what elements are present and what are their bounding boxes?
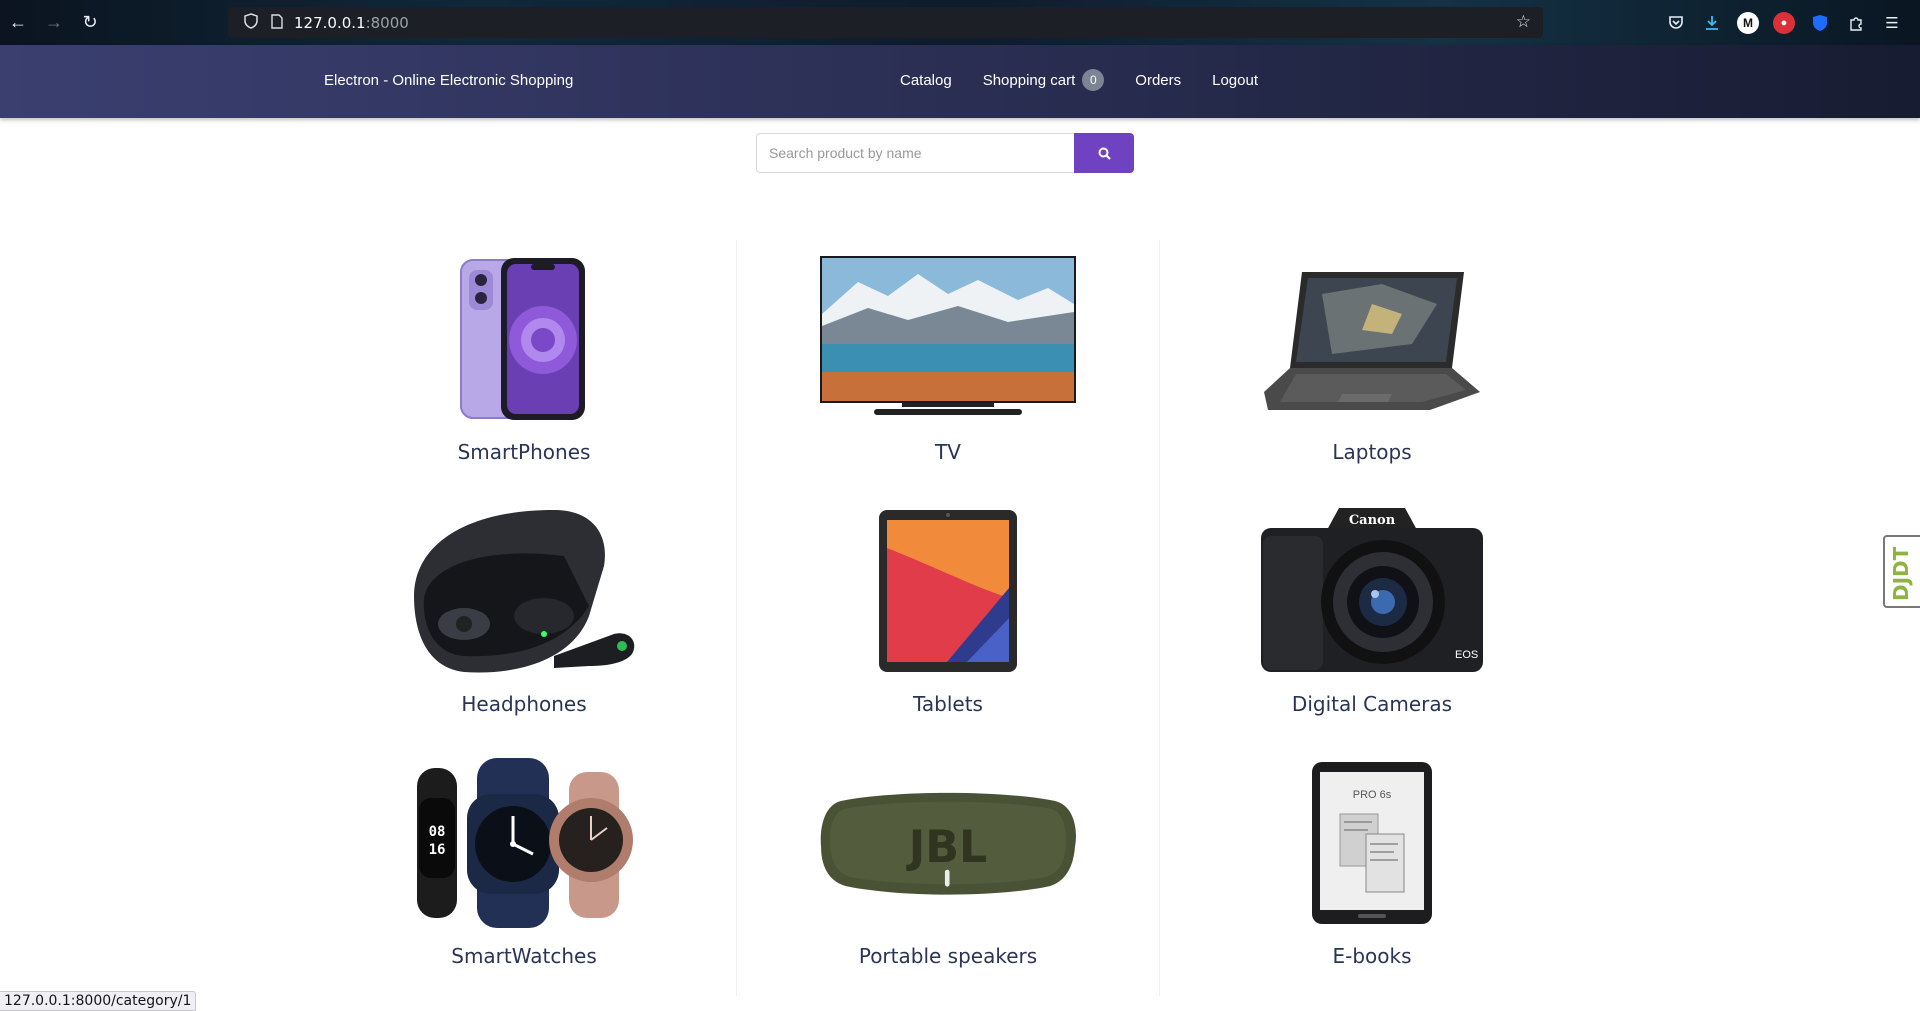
category-smartwatches[interactable]: 08 16 SmartWatches — [312, 744, 736, 996]
category-tv[interactable]: TV — [736, 240, 1160, 492]
nav-catalog-link[interactable]: Catalog — [900, 72, 952, 89]
headphones-image[interactable] — [394, 506, 654, 676]
category-label[interactable]: Tablets — [737, 692, 1159, 716]
smartphone-image[interactable] — [394, 254, 654, 424]
category-grid: SmartPhones TV Laptops Headphones Tablet… — [312, 240, 1584, 996]
speaker-brand-text: JBL — [906, 822, 988, 873]
cart-count-badge: 0 — [1082, 69, 1105, 91]
ebook-model-text: PRO 6s — [1353, 789, 1392, 801]
category-laptops[interactable]: Laptops — [1160, 240, 1584, 492]
search-form — [756, 133, 1134, 173]
category-label[interactable]: SmartWatches — [312, 944, 736, 968]
reload-button[interactable]: ↻ — [72, 0, 108, 45]
brand-link[interactable]: Electron - Online Electronic Shopping — [324, 72, 573, 89]
category-label[interactable]: E-books — [1160, 944, 1584, 968]
m-extension-icon[interactable]: M — [1737, 11, 1759, 34]
nav-orders-link[interactable]: Orders — [1135, 72, 1181, 89]
debug-toolbar-label: DJDT — [1889, 546, 1913, 601]
url-text: 127.0.0.1:8000 — [294, 13, 409, 32]
download-icon[interactable] — [1701, 12, 1723, 34]
camera-image[interactable]: Canon EOS — [1242, 506, 1502, 676]
forward-button[interactable]: → — [36, 0, 72, 45]
nav-logout-link[interactable]: Logout — [1212, 72, 1258, 89]
bookmark-star-icon[interactable]: ☆ — [1516, 12, 1531, 32]
browser-toolbar: ← → ↻ 127.0.0.1:8000 ☆ M ● ☰ — [0, 0, 1920, 45]
menu-hamburger-icon[interactable]: ☰ — [1881, 12, 1903, 34]
tablet-image[interactable] — [818, 506, 1078, 676]
search-button[interactable] — [1074, 133, 1134, 173]
main-nav: Catalog Shopping cart 0 Orders Logout — [900, 69, 1289, 91]
pocket-icon[interactable] — [1665, 12, 1687, 34]
category-ebooks[interactable]: PRO 6s E-books — [1160, 744, 1584, 996]
ebook-image[interactable]: PRO 6s — [1242, 758, 1502, 928]
category-headphones[interactable]: Headphones — [312, 492, 736, 744]
nav-cart-link[interactable]: Shopping cart 0 — [983, 69, 1105, 91]
category-digital-cameras[interactable]: Canon EOS Digital Cameras — [1160, 492, 1584, 744]
camera-model-text: EOS — [1455, 649, 1478, 661]
page-icon — [264, 13, 290, 32]
category-tablets[interactable]: Tablets — [736, 492, 1160, 744]
category-label[interactable]: Digital Cameras — [1160, 692, 1584, 716]
smartwatch-image[interactable]: 08 16 — [394, 758, 654, 928]
category-smartphones[interactable]: SmartPhones — [312, 240, 736, 492]
address-bar[interactable]: 127.0.0.1:8000 ☆ — [228, 7, 1543, 38]
red-extension-icon[interactable]: ● — [1773, 11, 1795, 34]
category-label[interactable]: SmartPhones — [312, 440, 736, 464]
debug-toolbar-handle[interactable]: DJDT — [1883, 535, 1920, 608]
cart-label: Shopping cart — [982, 71, 1076, 89]
laptop-image[interactable] — [1242, 254, 1502, 424]
search-icon — [1098, 147, 1111, 160]
category-label[interactable]: Headphones — [312, 692, 736, 716]
back-button[interactable]: ← — [0, 0, 36, 45]
watch-minute-text: 16 — [429, 842, 446, 858]
status-url-bar: 127.0.0.1:8000/category/1 — [0, 991, 197, 1011]
extensions-puzzle-icon[interactable] — [1845, 12, 1867, 34]
search-input[interactable] — [756, 133, 1074, 173]
category-label[interactable]: Laptops — [1160, 440, 1584, 464]
shield-icon[interactable] — [238, 13, 264, 32]
speaker-image[interactable]: JBL — [818, 758, 1078, 928]
camera-brand-text: Canon — [1349, 513, 1396, 528]
category-label[interactable]: Portable speakers — [737, 944, 1159, 968]
category-label[interactable]: TV — [737, 440, 1159, 464]
shield-extension-icon[interactable] — [1809, 12, 1831, 34]
tv-image[interactable] — [818, 254, 1078, 424]
category-portable-speakers[interactable]: JBL Portable speakers — [736, 744, 1160, 996]
watch-hour-text: 08 — [429, 824, 446, 840]
site-header: Electron - Online Electronic Shopping Ca… — [0, 45, 1920, 118]
